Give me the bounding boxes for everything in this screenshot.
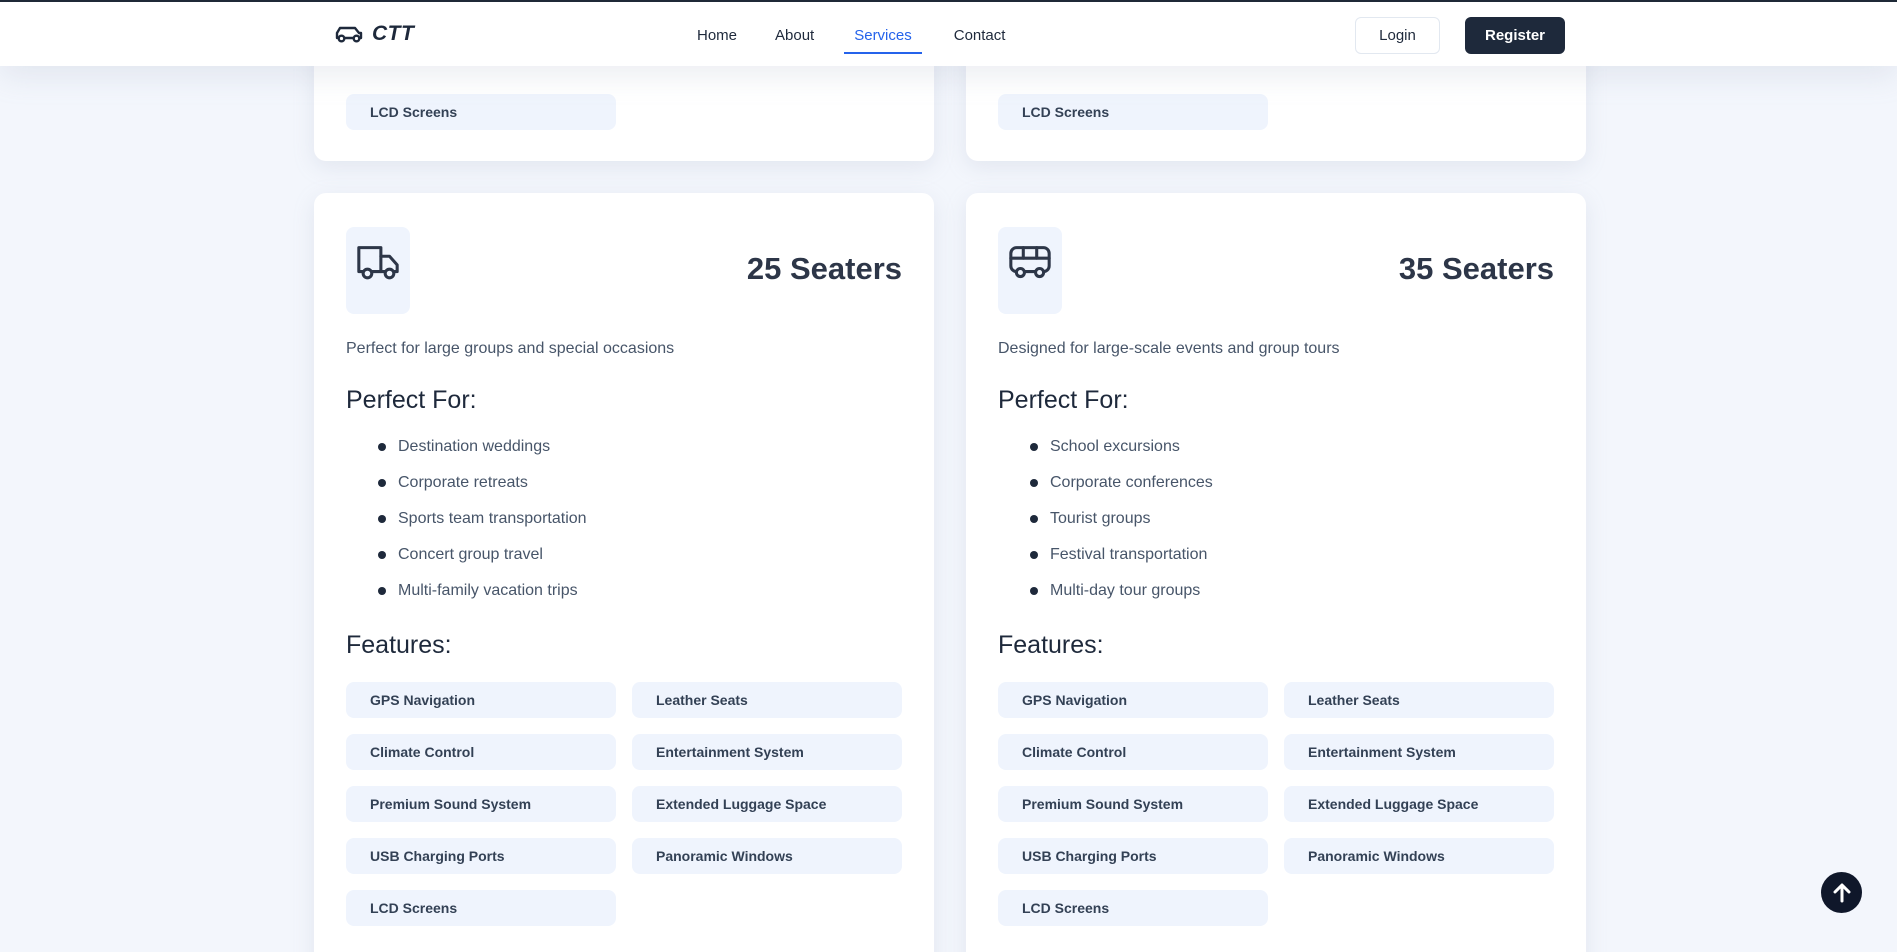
feature-chip: LCD Screens bbox=[998, 890, 1268, 926]
nav-home[interactable]: Home bbox=[683, 2, 751, 68]
truck-icon bbox=[357, 246, 399, 280]
logo-text: CTT bbox=[372, 22, 415, 45]
feature-chip: Climate Control bbox=[998, 734, 1268, 770]
feature-chip: Leather Seats bbox=[1284, 682, 1554, 718]
feature-chip: USB Charging Ports bbox=[998, 838, 1268, 874]
feature-chip: Entertainment System bbox=[1284, 734, 1554, 770]
perfect-for-list: Destination weddings Corporate retreats … bbox=[346, 438, 587, 618]
feature-chip: Extended Luggage Space bbox=[632, 786, 902, 822]
feature-chip: Panoramic Windows bbox=[1284, 838, 1554, 874]
feature-chip: Entertainment System bbox=[632, 734, 902, 770]
arrow-up-icon bbox=[1833, 883, 1850, 902]
card-title: 35 Seaters bbox=[1398, 251, 1554, 286]
logo[interactable]: CTT bbox=[334, 22, 414, 46]
list-item: School excursions bbox=[998, 438, 1213, 474]
page: LCD Screens LCD Screens 25 Seaters Perfe… bbox=[0, 0, 1897, 952]
feature-chip: Premium Sound System bbox=[998, 786, 1268, 822]
feature-chip: LCD Screens bbox=[346, 890, 616, 926]
feature-chip: LCD Screens bbox=[346, 94, 616, 130]
vehicle-icon-box bbox=[998, 227, 1062, 314]
card-title: 25 Seaters bbox=[746, 251, 902, 286]
feature-chip: USB Charging Ports bbox=[346, 838, 616, 874]
list-item: Sports team transportation bbox=[346, 510, 587, 546]
feature-chip: Panoramic Windows bbox=[632, 838, 902, 874]
service-card-35-seaters: 35 Seaters Designed for large-scale even… bbox=[966, 193, 1586, 952]
nav-services[interactable]: Services bbox=[840, 2, 926, 68]
list-item: Destination weddings bbox=[346, 438, 587, 474]
perfect-for-heading: Perfect For: bbox=[998, 386, 1129, 414]
car-icon bbox=[335, 26, 363, 43]
perfect-for-list: School excursions Corporate conferences … bbox=[998, 438, 1213, 618]
nav-contact[interactable]: Contact bbox=[940, 2, 1020, 68]
nav-about[interactable]: About bbox=[761, 2, 828, 68]
list-item: Multi-family vacation trips bbox=[346, 582, 587, 618]
card-description: Designed for large-scale events and grou… bbox=[998, 340, 1340, 357]
features-heading: Features: bbox=[346, 631, 452, 659]
list-item: Multi-day tour groups bbox=[998, 582, 1213, 618]
card-description: Perfect for large groups and special occ… bbox=[346, 340, 675, 357]
service-card-25-seaters: 25 Seaters Perfect for large groups and … bbox=[314, 193, 934, 952]
feature-chip: Premium Sound System bbox=[346, 786, 616, 822]
feature-chip: Leather Seats bbox=[632, 682, 902, 718]
list-item: Corporate retreats bbox=[346, 474, 587, 510]
feature-chip: LCD Screens bbox=[998, 94, 1268, 130]
list-item: Concert group travel bbox=[346, 546, 587, 582]
list-item: Tourist groups bbox=[998, 510, 1213, 546]
register-button[interactable]: Register bbox=[1465, 17, 1565, 54]
site-header: CTT Home About Services Contact Login Re… bbox=[0, 0, 1897, 66]
scroll-to-top-button[interactable] bbox=[1821, 872, 1862, 913]
feature-chip: GPS Navigation bbox=[346, 682, 616, 718]
feature-chip: Extended Luggage Space bbox=[1284, 786, 1554, 822]
bus-icon bbox=[1009, 246, 1051, 279]
login-button[interactable]: Login bbox=[1355, 17, 1440, 54]
list-item: Festival transportation bbox=[998, 546, 1213, 582]
main-nav: Home About Services Contact bbox=[683, 2, 1019, 68]
feature-chip: GPS Navigation bbox=[998, 682, 1268, 718]
vehicle-icon-box bbox=[346, 227, 410, 314]
feature-chip: Climate Control bbox=[346, 734, 616, 770]
perfect-for-heading: Perfect For: bbox=[346, 386, 477, 414]
list-item: Corporate conferences bbox=[998, 474, 1213, 510]
features-heading: Features: bbox=[998, 631, 1104, 659]
